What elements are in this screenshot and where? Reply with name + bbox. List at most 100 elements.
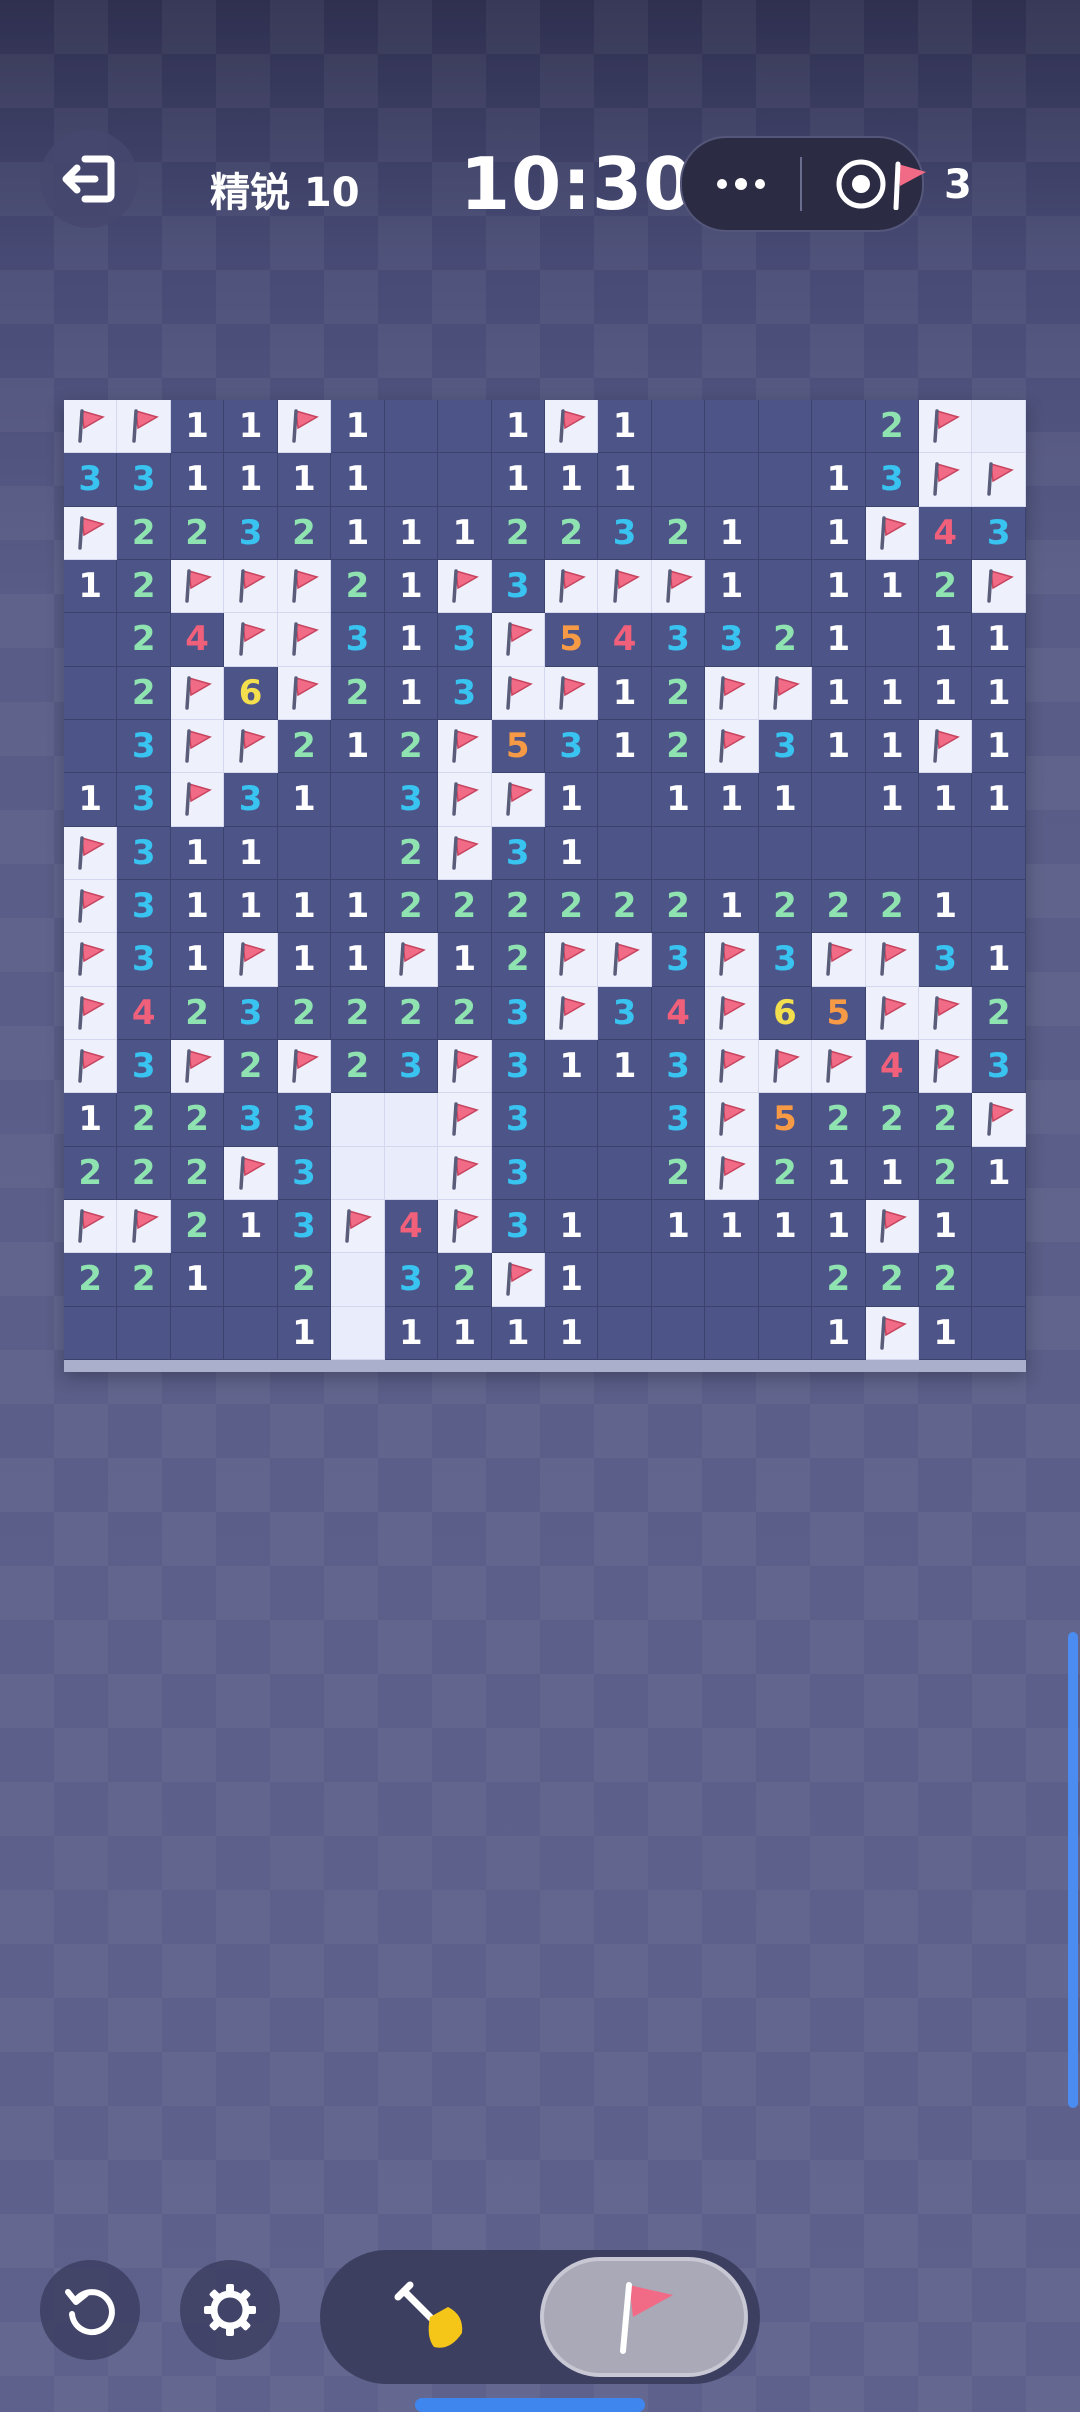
number-cell[interactable]: 1 — [170, 400, 225, 454]
number-cell[interactable]: 2 — [651, 506, 706, 560]
empty-cell[interactable] — [598, 1306, 652, 1360]
number-cell[interactable]: 2 — [758, 613, 813, 667]
number-cell[interactable]: 1 — [491, 453, 545, 507]
number-cell[interactable]: 2 — [384, 826, 439, 880]
flagged-cell[interactable] — [277, 666, 332, 720]
number-cell[interactable]: 1 — [544, 1306, 599, 1360]
number-cell[interactable]: 1 — [544, 1199, 599, 1254]
number-cell[interactable]: 2 — [758, 1146, 813, 1200]
number-cell[interactable]: 1 — [919, 879, 973, 934]
flagged-cell[interactable] — [544, 400, 599, 454]
flagged-cell[interactable] — [64, 879, 118, 934]
number-cell[interactable]: 1 — [224, 826, 278, 880]
number-cell[interactable]: 1 — [865, 559, 919, 614]
number-cell[interactable]: 2 — [651, 1146, 706, 1200]
number-cell[interactable]: 1 — [544, 1253, 599, 1307]
number-cell[interactable]: 2 — [651, 879, 706, 934]
flagged-cell[interactable] — [972, 453, 1026, 507]
empty-cell[interactable] — [812, 826, 866, 880]
number-cell[interactable]: 1 — [170, 1253, 225, 1307]
number-cell[interactable]: 2 — [331, 559, 385, 614]
number-cell[interactable]: 2 — [919, 1146, 973, 1200]
empty-cell[interactable] — [598, 1199, 652, 1254]
flagged-cell[interactable] — [865, 1199, 919, 1254]
empty-cell[interactable] — [972, 1253, 1026, 1307]
number-cell[interactable]: 1 — [598, 1039, 652, 1094]
unrevealed-cell[interactable] — [384, 1146, 439, 1200]
number-cell[interactable]: 1 — [812, 1306, 866, 1360]
number-cell[interactable]: 2 — [491, 879, 545, 934]
empty-cell[interactable] — [758, 1253, 813, 1307]
number-cell[interactable]: 3 — [384, 1039, 439, 1094]
number-cell[interactable]: 1 — [812, 453, 866, 507]
number-cell[interactable]: 1 — [438, 1306, 492, 1360]
unrevealed-cell[interactable] — [331, 1306, 385, 1360]
flagged-cell[interactable] — [64, 400, 118, 454]
number-cell[interactable]: 3 — [277, 1146, 332, 1200]
number-cell[interactable]: 1 — [598, 666, 652, 720]
number-cell[interactable]: 1 — [331, 933, 385, 987]
number-cell[interactable]: 1 — [865, 666, 919, 720]
flagged-cell[interactable] — [64, 933, 118, 987]
number-cell[interactable]: 3 — [705, 613, 759, 667]
flagged-cell[interactable] — [277, 559, 332, 614]
number-cell[interactable]: 1 — [865, 1146, 919, 1200]
number-cell[interactable]: 1 — [331, 400, 385, 454]
number-cell[interactable]: 5 — [491, 719, 545, 774]
flagged-cell[interactable] — [705, 719, 759, 774]
flagged-cell[interactable] — [812, 1039, 866, 1094]
number-cell[interactable]: 4 — [170, 613, 225, 667]
number-cell[interactable]: 2 — [117, 1146, 171, 1200]
number-cell[interactable]: 2 — [919, 1253, 973, 1307]
flagged-cell[interactable] — [170, 719, 225, 774]
number-cell[interactable]: 3 — [598, 986, 652, 1040]
flagged-cell[interactable] — [491, 613, 545, 667]
number-cell[interactable]: 3 — [491, 986, 545, 1040]
flagged-cell[interactable] — [919, 1039, 973, 1094]
flagged-cell[interactable] — [491, 1253, 545, 1307]
number-cell[interactable]: 3 — [117, 1039, 171, 1094]
number-cell[interactable]: 3 — [117, 719, 171, 774]
number-cell[interactable]: 2 — [64, 1253, 118, 1307]
flagged-cell[interactable] — [919, 400, 973, 454]
number-cell[interactable]: 1 — [331, 506, 385, 560]
empty-cell[interactable] — [865, 613, 919, 667]
number-cell[interactable]: 3 — [491, 1146, 545, 1200]
number-cell[interactable]: 1 — [331, 719, 385, 774]
number-cell[interactable]: 1 — [544, 773, 599, 827]
flagged-cell[interactable] — [544, 559, 599, 614]
number-cell[interactable]: 4 — [384, 1199, 439, 1254]
more-dots-icon[interactable] — [682, 178, 800, 190]
flagged-cell[interactable] — [438, 773, 492, 827]
number-cell[interactable]: 1 — [705, 1199, 759, 1254]
empty-cell[interactable] — [598, 1146, 652, 1200]
number-cell[interactable]: 1 — [919, 666, 973, 720]
number-cell[interactable]: 2 — [812, 879, 866, 934]
number-cell[interactable]: 2 — [812, 1093, 866, 1147]
flagged-cell[interactable] — [972, 559, 1026, 614]
flagged-cell[interactable] — [651, 559, 706, 614]
number-cell[interactable]: 1 — [170, 879, 225, 934]
number-cell[interactable]: 1 — [865, 719, 919, 774]
number-cell[interactable]: 3 — [117, 879, 171, 934]
number-cell[interactable]: 5 — [812, 986, 866, 1040]
flagged-cell[interactable] — [117, 1199, 171, 1254]
number-cell[interactable]: 3 — [491, 826, 545, 880]
number-cell[interactable]: 2 — [117, 1093, 171, 1147]
number-cell[interactable]: 1 — [812, 666, 866, 720]
empty-cell[interactable] — [651, 400, 706, 454]
number-cell[interactable]: 1 — [277, 453, 332, 507]
number-cell[interactable]: 2 — [384, 986, 439, 1040]
number-cell[interactable]: 2 — [117, 559, 171, 614]
unrevealed-cell[interactable] — [331, 1146, 385, 1200]
flagged-cell[interactable] — [170, 559, 225, 614]
number-cell[interactable]: 2 — [117, 506, 171, 560]
empty-cell[interactable] — [651, 453, 706, 507]
flag-mode-button[interactable] — [540, 2257, 748, 2377]
number-cell[interactable]: 1 — [64, 1093, 118, 1147]
flagged-cell[interactable] — [224, 1146, 278, 1200]
number-cell[interactable]: 4 — [919, 506, 973, 560]
number-cell[interactable]: 1 — [919, 1306, 973, 1360]
dig-mode-button[interactable] — [320, 2250, 540, 2384]
number-cell[interactable]: 1 — [170, 933, 225, 987]
